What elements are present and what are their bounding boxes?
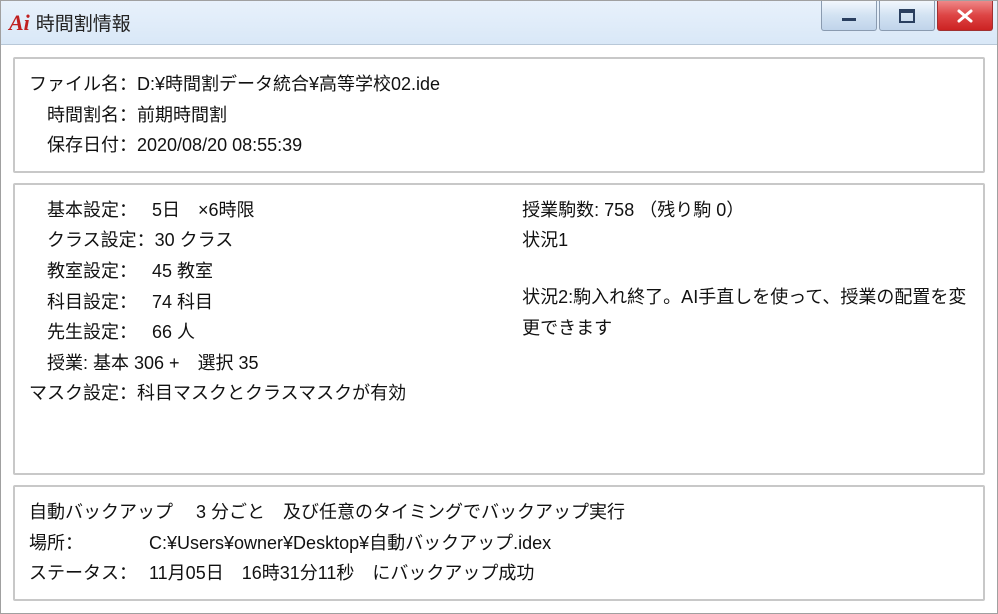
- backup-interval: 自動バックアップ 3 分ごと 及び任意のタイミングでバックアップ実行: [29, 497, 969, 528]
- lesson-pieces: 授業駒数: 758 （残り駒 0）: [522, 195, 969, 226]
- class-setting-label: クラス設定：: [47, 225, 155, 256]
- titlebar[interactable]: Ai 時間割情報: [1, 1, 997, 45]
- lesson-line: 授業: 基本 306 + 選択 35: [47, 348, 259, 379]
- backup-panel: 自動バックアップ 3 分ごと 及び任意のタイミングでバックアップ実行 場所： C…: [13, 485, 985, 601]
- settings-column: 基本設定：5日 ×6時限 クラス設定：30 クラス 教室設定：45 教室 科目設…: [29, 195, 498, 463]
- basic-setting-value: 5日 ×6時限: [152, 195, 255, 226]
- room-setting-value: 45 教室: [152, 256, 213, 287]
- basic-setting-label: 基本設定：: [47, 195, 152, 226]
- mask-setting-label: マスク設定：: [29, 378, 137, 409]
- class-setting-value: 30 クラス: [155, 225, 234, 256]
- room-setting-label: 教室設定：: [47, 256, 152, 287]
- window: Ai 時間割情報 ファイル名： D:¥時間割データ統合¥高等学校02.ide 時…: [0, 0, 998, 614]
- content-area: ファイル名： D:¥時間割データ統合¥高等学校02.ide 時間割名： 前期時間…: [1, 45, 997, 613]
- maximize-button[interactable]: [879, 1, 935, 31]
- backup-status-value: 11月05日 16時31分11秒 にバックアップ成功: [149, 558, 534, 589]
- situation1: 状況1: [522, 225, 969, 256]
- schedule-name-label: 時間割名：: [47, 100, 137, 131]
- minimize-button[interactable]: [821, 1, 877, 31]
- save-date-label: 保存日付：: [47, 130, 137, 161]
- teacher-setting-label: 先生設定：: [47, 317, 152, 348]
- window-controls: [819, 1, 997, 44]
- status-column: 授業駒数: 758 （残り駒 0） 状況1 状況2:駒入れ終了。AI手直しを使っ…: [522, 195, 969, 463]
- backup-status-label: ステータス：: [29, 558, 149, 589]
- teacher-setting-value: 66 人: [152, 317, 195, 348]
- file-name-label: ファイル名：: [29, 69, 137, 100]
- subject-setting-label: 科目設定：: [47, 287, 152, 318]
- file-name-value: D:¥時間割データ統合¥高等学校02.ide: [137, 69, 440, 100]
- subject-setting-value: 74 科目: [152, 287, 213, 318]
- close-button[interactable]: [937, 1, 993, 31]
- app-icon: Ai: [9, 10, 30, 36]
- situation2: 状況2:駒入れ終了。AI手直しを使って、授業の配置を変更できます: [522, 282, 969, 343]
- save-date-value: 2020/08/20 08:55:39: [137, 130, 302, 161]
- mask-setting-value: 科目マスクとクラスマスクが有効: [137, 378, 406, 409]
- window-title: 時間割情報: [36, 9, 819, 36]
- schedule-name-value: 前期時間割: [137, 100, 227, 131]
- backup-location-label: 場所：: [29, 528, 149, 559]
- settings-status-panel: 基本設定：5日 ×6時限 クラス設定：30 クラス 教室設定：45 教室 科目設…: [13, 183, 985, 475]
- backup-location-value: C:¥Users¥owner¥Desktop¥自動バックアップ.idex: [149, 528, 551, 559]
- file-info-panel: ファイル名： D:¥時間割データ統合¥高等学校02.ide 時間割名： 前期時間…: [13, 57, 985, 173]
